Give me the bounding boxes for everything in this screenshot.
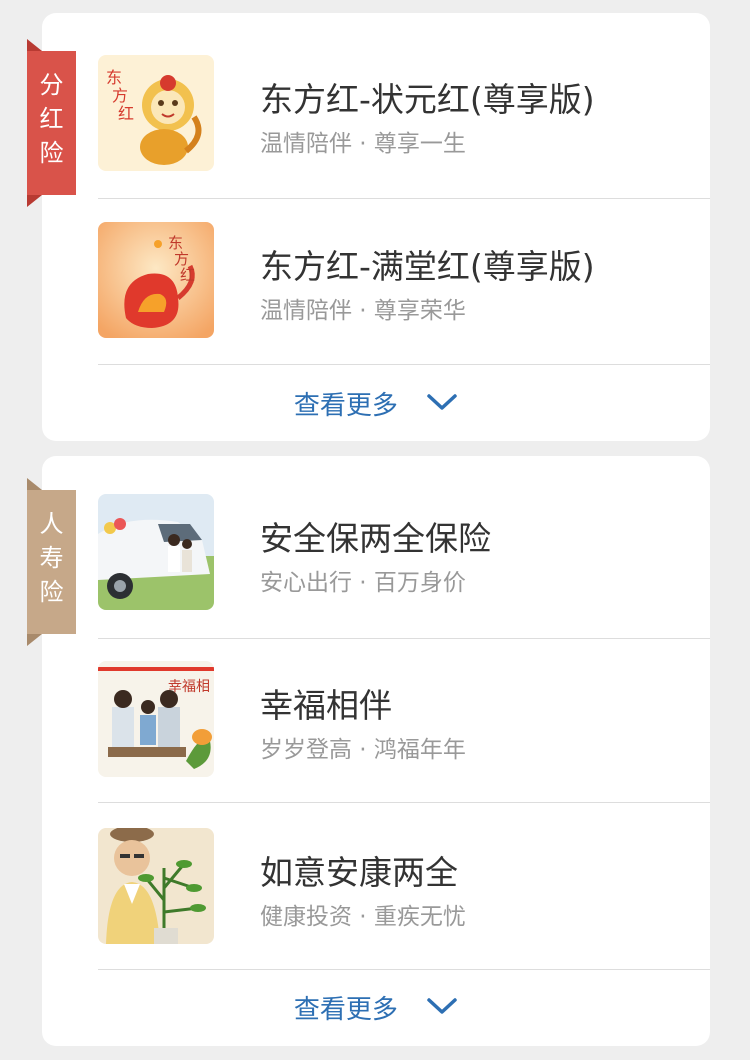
product-thumbnail: 东 方 红 [98, 55, 214, 171]
product-thumbnail [98, 828, 214, 944]
dividend-insurance-card: 分 红 险 东 方 红 东方红-状元红(尊享版) 温情陪伴 · 尊享一生 东 方… [27, 13, 710, 441]
view-more-label: 查看更多 [293, 995, 398, 1025]
product-title: 如意安康两全 [260, 853, 458, 892]
monkey-red-illustration: 东 方 红 [98, 222, 214, 338]
svg-text:红: 红 [118, 104, 134, 123]
ribbon-char: 险 [39, 578, 64, 606]
product-item-xingfuxiangban[interactable]: 幸福相 幸福相伴 岁岁登高 · 鸿福年年 [42, 619, 710, 785]
product-item-mantanghong[interactable]: 东 方 红 东方红-满堂红(尊享版) 温情陪伴 · 尊享荣华 [42, 180, 710, 346]
chevron-down-icon [426, 389, 458, 419]
ribbon-char: 寿 [39, 544, 64, 572]
ribbon-char: 分 [39, 71, 64, 99]
product-thumbnail [98, 494, 214, 610]
svg-text:方: 方 [112, 86, 128, 105]
product-item-zhuangyuanhong[interactable]: 东 方 红 东方红-状元红(尊享版) 温情陪伴 · 尊享一生 [42, 13, 710, 179]
view-more-button[interactable]: 查看更多 [42, 385, 710, 422]
monkey-gold-illustration: 东 方 红 [98, 55, 214, 171]
product-subtitle: 健康投资 · 重疾无忧 [260, 904, 466, 930]
elderly-man-plant-photo [98, 828, 214, 944]
view-more-button[interactable]: 查看更多 [42, 989, 710, 1026]
svg-text:红: 红 [180, 266, 195, 284]
chevron-down-icon [426, 993, 458, 1023]
product-item-ruyianakang[interactable]: 如意安康两全 健康投资 · 重疾无忧 [42, 786, 710, 952]
view-more-label: 查看更多 [293, 391, 398, 421]
ribbon-char: 人 [39, 510, 64, 538]
happy-family-photo: 幸福相 [98, 661, 214, 777]
product-title: 幸福相伴 [260, 686, 392, 725]
svg-text:东: 东 [106, 68, 122, 87]
ribbon-char: 红 [39, 105, 64, 133]
product-title: 东方红-满堂红(尊享版) [260, 247, 595, 286]
product-subtitle: 安心出行 · 百万身价 [260, 570, 466, 596]
svg-text:幸福相: 幸福相 [168, 679, 210, 695]
ribbon-char: 险 [39, 139, 64, 167]
product-title: 安全保两全保险 [260, 519, 491, 558]
product-item-anquanbao[interactable]: 安全保两全保险 安心出行 · 百万身价 [42, 452, 710, 618]
product-subtitle: 温情陪伴 · 尊享荣华 [260, 298, 466, 324]
product-subtitle: 岁岁登高 · 鸿福年年 [260, 737, 466, 763]
family-car-photo [98, 494, 214, 610]
product-thumbnail: 东 方 红 [98, 222, 214, 338]
product-title: 东方红-状元红(尊享版) [260, 80, 595, 119]
product-subtitle: 温情陪伴 · 尊享一生 [260, 131, 466, 157]
product-thumbnail: 幸福相 [98, 661, 214, 777]
life-insurance-card: 人 寿 险 安全保两全保险 安心出行 · 百万身价 幸福相 幸福相伴 岁岁登高 … [27, 456, 710, 1046]
category-ribbon-dividend: 分 红 险 [27, 39, 76, 207]
category-ribbon-life: 人 寿 险 [27, 478, 76, 646]
divider [98, 364, 710, 365]
divider [98, 969, 710, 970]
